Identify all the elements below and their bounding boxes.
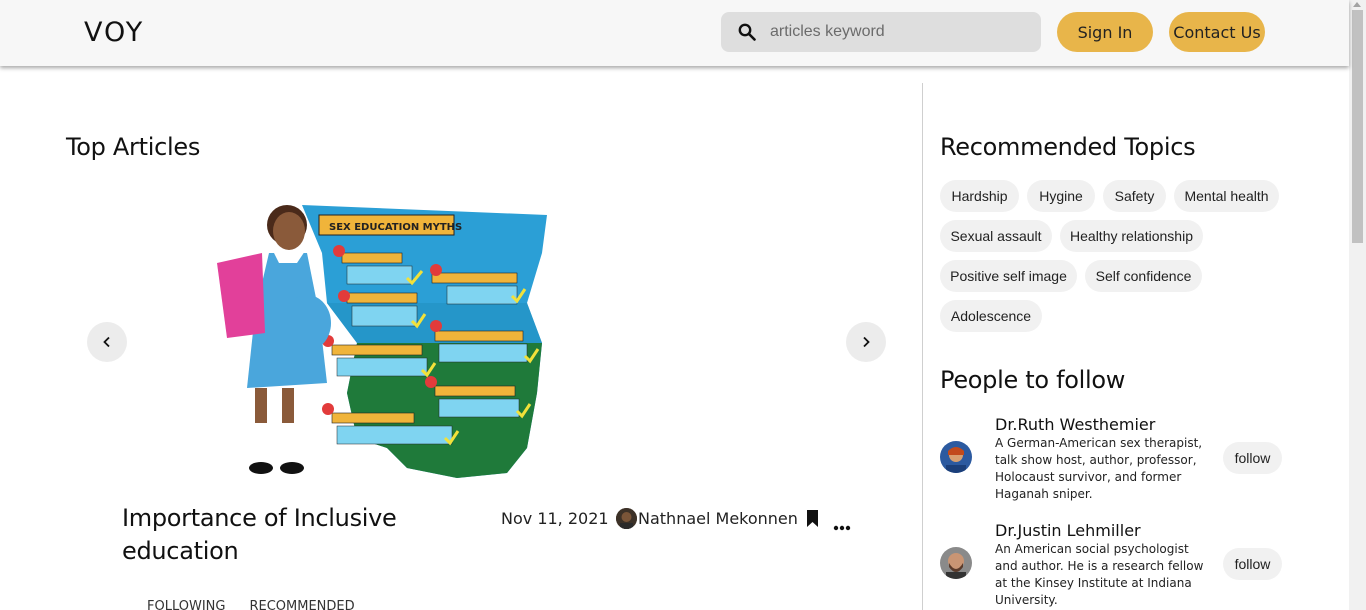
sign-in-button[interactable]: Sign In [1057, 12, 1153, 52]
carousel-prev-button[interactable] [87, 322, 127, 362]
search-icon[interactable] [738, 23, 756, 41]
carousel-next-button[interactable] [846, 322, 886, 362]
scroll-up-icon[interactable] [1353, 2, 1361, 7]
top-articles-heading: Top Articles [66, 133, 201, 161]
topic-chip[interactable]: Hardship [940, 180, 1019, 212]
article-cover-image[interactable]: SEX EDUCATION MYTHS [207, 193, 549, 485]
search-input[interactable] [770, 23, 1030, 41]
author-avatar[interactable] [616, 508, 637, 529]
topic-chip[interactable]: Hygine [1027, 180, 1095, 212]
more-options-icon[interactable] [833, 516, 851, 531]
follow-button[interactable]: follow [1223, 548, 1282, 580]
topic-chip[interactable]: Sexual assault [940, 220, 1052, 252]
tab-following[interactable]: FOLLOWING [147, 599, 225, 610]
person-name[interactable]: Dr.Ruth Westhemier [995, 415, 1155, 434]
tab-recommended[interactable]: RECOMMENDED [249, 599, 354, 610]
topic-chip[interactable]: Self confidence [1085, 260, 1202, 292]
image-banner-text: SEX EDUCATION MYTHS [329, 222, 462, 233]
article-date: Nov 11, 2021 [501, 509, 609, 528]
people-to-follow-heading: People to follow [940, 366, 1126, 394]
recommended-topics-heading: Recommended Topics [940, 133, 1196, 161]
topic-chip[interactable]: Healthy relationship [1060, 220, 1203, 252]
topic-chip[interactable]: Positive self image [940, 260, 1077, 292]
topic-chip[interactable]: Mental health [1174, 180, 1279, 212]
topic-chip[interactable]: Adolescence [940, 300, 1042, 332]
article-title[interactable]: Importance of Inclusive education [122, 502, 442, 568]
column-divider [922, 83, 923, 610]
person-avatar[interactable] [940, 547, 972, 579]
author-name[interactable]: Nathnael Mekonnen [638, 509, 798, 528]
scrollbar-thumb[interactable] [1352, 10, 1363, 243]
page-scrollbar[interactable] [1349, 0, 1366, 610]
feed-tabs: FOLLOWING RECOMMENDED [147, 599, 355, 610]
follow-button[interactable]: follow [1223, 442, 1282, 474]
topic-chip[interactable]: Safety [1103, 180, 1166, 212]
contact-us-button[interactable]: Contact Us [1169, 12, 1265, 52]
person-description: A German-American sex therapist, talk sh… [995, 436, 1203, 501]
bookmark-icon[interactable] [806, 510, 819, 527]
site-logo[interactable]: VOY [84, 17, 144, 48]
person-avatar[interactable] [940, 441, 972, 473]
chevron-left-icon [103, 336, 110, 348]
person-description: An American social psychologist and auth… [995, 542, 1204, 607]
top-nav-bar: VOY Sign In Contact Us [0, 0, 1349, 66]
search-bar[interactable] [721, 12, 1041, 52]
person-name[interactable]: Dr.Justin Lehmiller [995, 521, 1141, 540]
chevron-right-icon [863, 336, 870, 348]
